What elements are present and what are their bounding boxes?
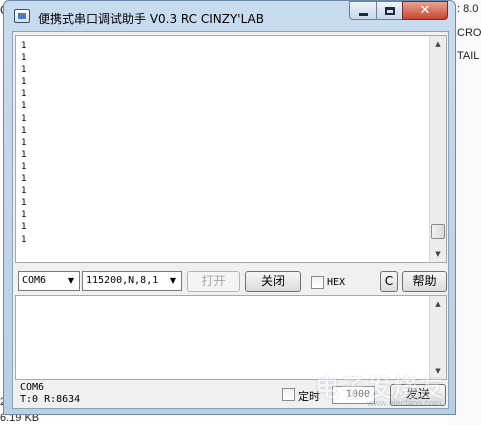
receive-line: 1	[21, 149, 27, 160]
clear-button[interactable]: C	[380, 271, 398, 292]
receive-line: 1	[21, 198, 27, 209]
watermark-url: www.elecfans.com	[367, 398, 442, 408]
window-title: 便携式串口调试助手 V0.3 RC CINZY'LAB	[38, 12, 265, 26]
scroll-up-icon[interactable]: ▲	[430, 296, 446, 312]
status-port: COM6	[20, 382, 45, 393]
help-button[interactable]: 帮助	[402, 271, 447, 292]
control-row: COM6 ▼ 115200,N,8,1 ▼ 打开 关闭 HEX C 帮助	[13, 268, 450, 294]
maximize-icon	[385, 7, 395, 15]
background-text-tail: TAIL	[457, 50, 480, 62]
receive-line: 1	[21, 77, 27, 88]
hex-checkbox[interactable]	[311, 276, 324, 289]
status-panel: COM6 T:0 R:8634	[20, 382, 80, 406]
receive-scrollbar[interactable]: ▲ ▼	[429, 36, 446, 262]
send-scrollbar[interactable]: ▲ ▼	[429, 296, 446, 379]
scroll-down-icon[interactable]: ▼	[430, 246, 446, 262]
settings-select[interactable]: 115200,N,8,1 ▼	[82, 271, 182, 291]
status-counters: T:0 R:8634	[20, 394, 81, 405]
chevron-down-icon[interactable]: ▼	[166, 273, 180, 289]
receive-line: 1	[21, 101, 27, 112]
title-bar[interactable]: 便携式串口调试助手 V0.3 RC CINZY'LAB ✕	[4, 1, 455, 31]
watermark-logo: 电子发烧友 www.elecfans.com	[297, 368, 481, 414]
receive-line: 1	[21, 222, 27, 233]
close-icon: ✕	[419, 3, 431, 18]
receive-line: 1	[21, 137, 27, 148]
receive-line: 1	[21, 125, 27, 136]
port-select[interactable]: COM6 ▼	[18, 271, 80, 291]
timer-checkbox[interactable]	[282, 388, 295, 401]
receive-line: 1	[21, 65, 27, 76]
close-port-button[interactable]: 关闭	[245, 271, 301, 292]
receive-line: 1	[21, 161, 27, 172]
receive-line: 1	[21, 89, 27, 100]
scroll-up-icon[interactable]: ▲	[430, 36, 446, 52]
close-button[interactable]: ✕	[402, 1, 448, 20]
client-area: 11111111111111111 ▲ ▼ COM6 ▼ 115200,N,8,…	[12, 31, 449, 409]
background-text-version: : 8.0	[457, 3, 479, 15]
receive-textarea[interactable]: 11111111111111111 ▲ ▼	[15, 35, 447, 263]
receive-line: 1	[21, 234, 27, 245]
settings-select-value: 115200,N,8,1	[86, 275, 159, 286]
receive-lines: 11111111111111111	[21, 40, 26, 246]
receive-line: 1	[21, 210, 27, 221]
port-select-value: COM6	[22, 275, 47, 286]
open-button[interactable]: 打开	[187, 271, 240, 292]
minimize-button[interactable]	[349, 1, 377, 20]
receive-line: 1	[21, 41, 27, 51]
receive-line: 1	[21, 186, 27, 197]
background-text-cro: CRO	[457, 27, 481, 39]
receive-line: 1	[21, 174, 27, 185]
serial-debug-window: 便携式串口调试助手 V0.3 RC CINZY'LAB ✕ 1111111111…	[3, 0, 456, 415]
app-icon	[14, 9, 30, 23]
maximize-button[interactable]	[376, 1, 403, 20]
chevron-down-icon[interactable]: ▼	[64, 273, 78, 289]
receive-line: 1	[21, 113, 27, 124]
scrollbar-thumb[interactable]	[431, 223, 445, 239]
hex-label: HEX	[327, 277, 346, 288]
minimize-icon	[359, 13, 368, 16]
receive-line: 1	[21, 53, 27, 64]
